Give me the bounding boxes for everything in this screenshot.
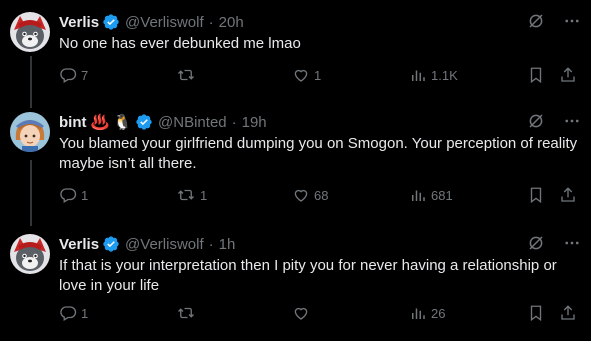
retweet-icon bbox=[176, 66, 196, 84]
share-button[interactable] bbox=[559, 304, 577, 322]
views-count: 1.1K bbox=[431, 67, 458, 83]
user-handle[interactable]: @NBinted bbox=[158, 114, 227, 131]
grok-slash-icon[interactable] bbox=[527, 12, 545, 30]
avatar-verlis[interactable] bbox=[10, 234, 50, 274]
views-icon bbox=[409, 304, 427, 322]
like-button[interactable] bbox=[292, 304, 314, 322]
tweet-action-bar: 1 1 68 681 bbox=[59, 186, 579, 206]
avatar-verlis[interactable] bbox=[10, 12, 50, 52]
timestamp[interactable]: 1h bbox=[219, 236, 236, 253]
tweet-header: Verlis @Verliswolf · 20h bbox=[59, 12, 244, 32]
tweet-action-bar: 7 1 1.1K bbox=[59, 66, 579, 86]
like-button[interactable]: 68 bbox=[292, 186, 328, 204]
share-icon bbox=[559, 304, 577, 322]
bookmark-icon bbox=[527, 66, 545, 84]
like-button[interactable]: 1 bbox=[292, 66, 321, 84]
verified-badge-icon bbox=[102, 235, 120, 253]
tweet-header: bint ♨️ 🐧 @NBinted · 19h bbox=[59, 112, 267, 132]
tweet-header: Verlis @Verliswolf · 1h bbox=[59, 234, 235, 254]
share-icon bbox=[559, 186, 577, 204]
reply-icon bbox=[59, 66, 77, 84]
retweet-icon bbox=[176, 304, 196, 322]
more-icon[interactable] bbox=[563, 112, 581, 130]
bookmark-button[interactable] bbox=[527, 304, 545, 322]
tweet-text: No one has ever debunked me lmao bbox=[59, 35, 301, 52]
views-button[interactable]: 1.1K bbox=[409, 66, 458, 84]
separator-dot: · bbox=[208, 13, 214, 31]
more-icon[interactable] bbox=[563, 12, 581, 30]
separator-dot: · bbox=[208, 235, 214, 253]
share-button[interactable] bbox=[559, 186, 577, 204]
user-handle[interactable]: @Verliswolf bbox=[125, 236, 204, 253]
like-icon bbox=[292, 186, 310, 204]
share-icon bbox=[559, 66, 577, 84]
tweet-action-bar: 1 26 bbox=[59, 304, 579, 324]
bookmark-button[interactable] bbox=[527, 66, 545, 84]
bookmark-icon bbox=[527, 304, 545, 322]
thread-connector-line bbox=[30, 160, 32, 226]
reply-icon bbox=[59, 304, 77, 322]
views-count: 26 bbox=[431, 305, 446, 321]
bookmark-button[interactable] bbox=[527, 186, 545, 204]
verified-badge-icon bbox=[102, 13, 120, 31]
more-icon[interactable] bbox=[563, 234, 581, 252]
like-count: 1 bbox=[314, 67, 322, 83]
reply-icon bbox=[59, 186, 77, 204]
tweet-top-actions bbox=[527, 234, 581, 252]
reply-count: 7 bbox=[81, 67, 89, 83]
timestamp[interactable]: 20h bbox=[219, 14, 244, 31]
retweet-button[interactable] bbox=[176, 66, 200, 84]
retweet-count: 1 bbox=[200, 187, 208, 203]
tweet-text: If that is your interpretation then I pi… bbox=[59, 257, 557, 294]
views-button[interactable]: 26 bbox=[409, 304, 445, 322]
avatar-bint[interactable] bbox=[10, 112, 50, 152]
display-name[interactable]: Verlis bbox=[59, 14, 99, 31]
grok-slash-icon[interactable] bbox=[527, 234, 545, 252]
display-name[interactable]: Verlis bbox=[59, 236, 99, 253]
thread-connector-line bbox=[30, 56, 32, 108]
bookmark-icon bbox=[527, 186, 545, 204]
tweet-text: You blamed your girlfriend dumping you o… bbox=[59, 135, 578, 172]
views-icon bbox=[409, 66, 427, 84]
reply-button[interactable]: 1 bbox=[59, 186, 88, 204]
reply-button[interactable]: 7 bbox=[59, 66, 88, 84]
reply-count: 1 bbox=[81, 305, 89, 321]
separator-dot: · bbox=[231, 113, 237, 131]
share-button[interactable] bbox=[559, 66, 577, 84]
retweet-button[interactable] bbox=[176, 304, 200, 322]
reply-button[interactable]: 1 bbox=[59, 304, 88, 322]
like-icon bbox=[292, 304, 310, 322]
reply-count: 1 bbox=[81, 187, 89, 203]
user-handle[interactable]: @Verliswolf bbox=[125, 14, 204, 31]
tweet-top-actions bbox=[527, 112, 581, 130]
display-name-emojis: ♨️ 🐧 bbox=[90, 114, 133, 131]
views-icon bbox=[409, 186, 427, 204]
retweet-icon bbox=[176, 186, 196, 204]
views-button[interactable]: 681 bbox=[409, 186, 453, 204]
retweet-button[interactable]: 1 bbox=[176, 186, 207, 204]
like-icon bbox=[292, 66, 310, 84]
views-count: 681 bbox=[431, 187, 453, 203]
grok-slash-icon[interactable] bbox=[527, 112, 545, 130]
tweet-top-actions bbox=[527, 12, 581, 30]
like-count: 68 bbox=[314, 187, 329, 203]
display-name[interactable]: bint bbox=[59, 114, 87, 131]
timestamp[interactable]: 19h bbox=[242, 114, 267, 131]
verified-badge-icon bbox=[135, 113, 153, 131]
